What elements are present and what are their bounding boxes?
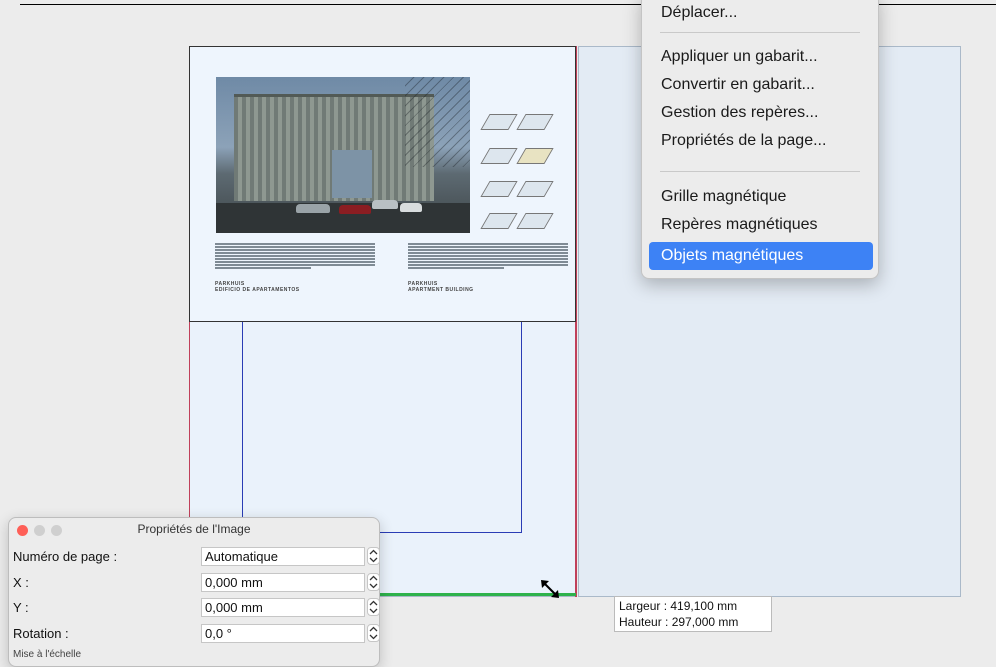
y-stepper[interactable] [367,598,380,616]
dimension-tooltip: Largeur : 419,100 mm Hauteur : 297,000 m… [614,596,772,632]
image-properties-panel: Propriétés de l'Image Numéro de page : A… [8,517,380,667]
rotation-field[interactable]: 0,0 ° [201,624,365,643]
poster-text-line [215,264,375,266]
poster-text-line [215,267,311,269]
poster-text-line [408,258,568,260]
menu-item-grille-magnetique[interactable]: Grille magnétique [649,183,873,211]
scaling-label: Mise à l'échelle [13,649,82,660]
menu-separator [660,32,860,33]
margin-guide-box [242,322,522,533]
photo-car [372,200,398,209]
page-number-stepper[interactable] [367,547,380,565]
tooltip-width: Largeur : 419,100 mm [619,599,738,613]
menu-item-gestion-reperes[interactable]: Gestion des repères... [649,99,873,127]
panel-title: Propriétés de l'Image [137,522,251,536]
y-field[interactable]: 0,000 mm [201,598,365,617]
building-photo-opening [332,150,372,198]
poster-text-line [408,261,568,263]
poster-text-line [215,261,375,263]
poster-title-right-2: APARTMENT BUILDING [408,287,474,293]
poster-text-line [215,249,375,251]
menu-item-deplacer[interactable]: Déplacer... [649,0,873,27]
building-photo-tree [405,77,470,167]
stepper-arrows-icon [369,600,378,614]
photo-car [296,204,330,213]
menu-item-objets-magnetiques[interactable]: Objets magnétiques [649,242,873,270]
y-label: Y : [13,600,29,615]
menu-item-appliquer-gabarit[interactable]: Appliquer un gabarit... [649,43,873,71]
poster-text-line [408,264,568,266]
rotation-stepper[interactable] [367,624,380,642]
menu-separator [660,171,860,172]
poster-title-left-2: EDIFICIO DE APARTAMENTOS [215,287,300,293]
context-menu: Déplacer... Appliquer un gabarit... Conv… [641,0,879,279]
photo-car [400,203,422,212]
x-label: X : [13,575,29,590]
rotation-label: Rotation : [13,626,69,641]
poster-text-line [408,243,568,245]
menu-item-proprietes-page[interactable]: Propriétés de la page... [649,127,873,155]
poster-text-line [215,255,375,257]
tooltip-height: Hauteur : 297,000 mm [619,615,739,629]
poster-text-line [408,249,568,251]
poster-text-line [408,255,568,257]
stepper-arrows-icon [369,626,378,640]
x-stepper[interactable] [367,573,380,591]
poster-text-line [408,252,568,254]
stepper-arrows-icon [369,549,378,563]
stepper-arrows-icon [369,575,378,589]
menu-item-reperes-magnetiques[interactable]: Repères magnétiques [649,211,873,239]
poster-text-line [408,246,568,248]
poster-text-line [215,243,375,245]
poster-text-line [215,246,375,248]
poster-text-line [215,252,375,254]
menu-item-convertir-gabarit[interactable]: Convertir en gabarit... [649,71,873,99]
photo-car [339,205,371,214]
page-number-field[interactable]: Automatique [201,547,365,566]
page-number-label: Numéro de page : [13,549,118,564]
resize-diagonal-icon [541,580,559,598]
poster-text-line [408,267,504,269]
poster-text-line [215,258,375,260]
x-field[interactable]: 0,000 mm [201,573,365,592]
